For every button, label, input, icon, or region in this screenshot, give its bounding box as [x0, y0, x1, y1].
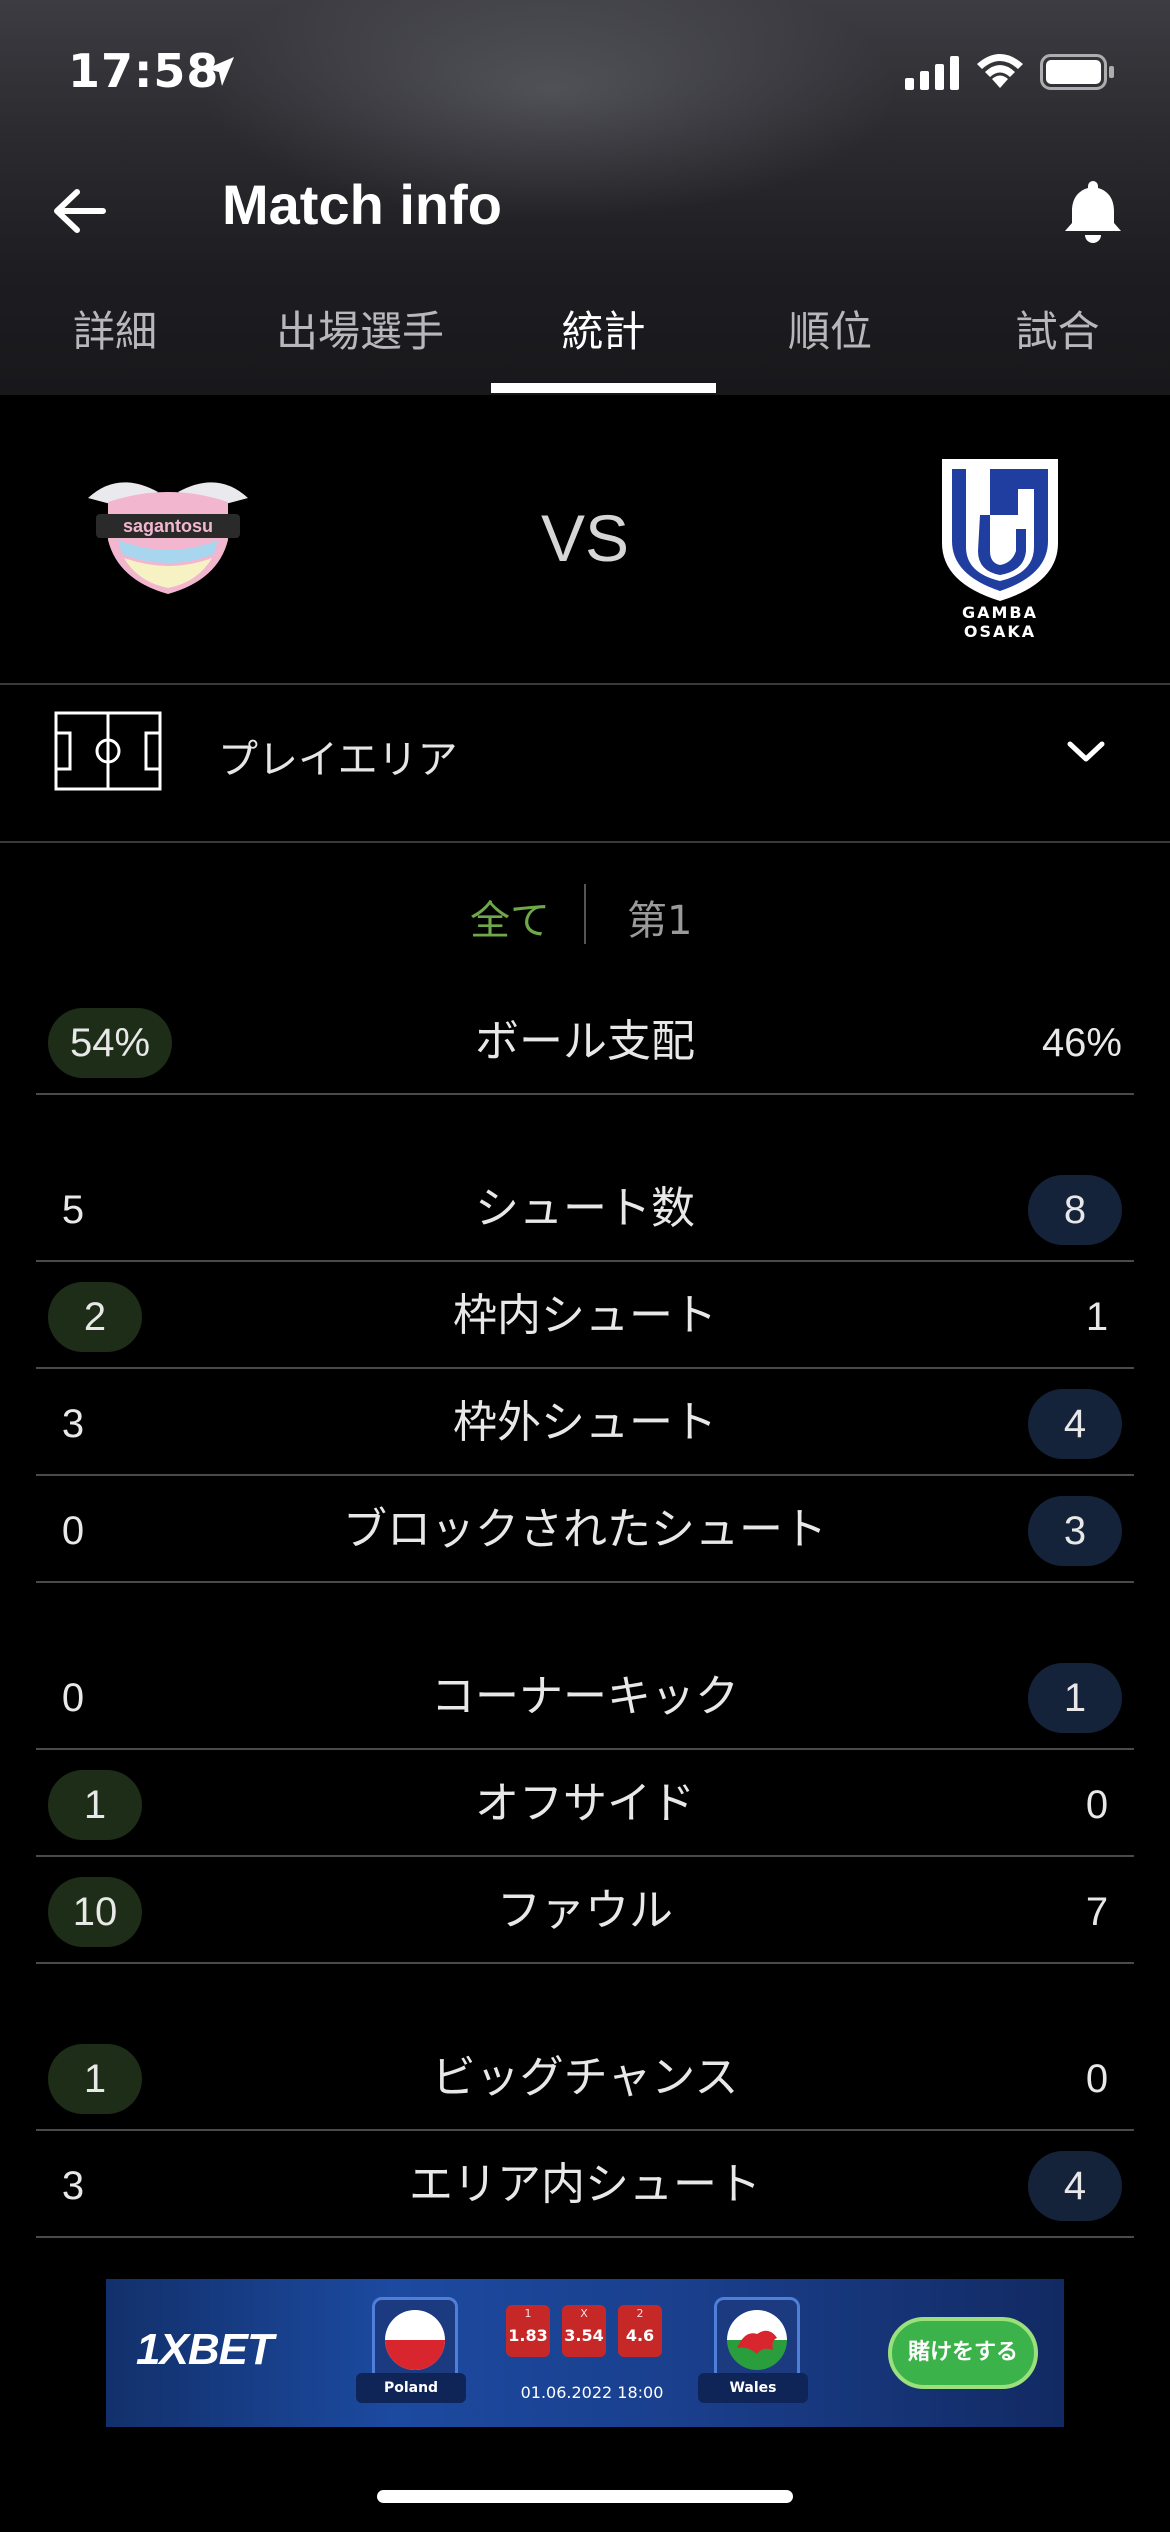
tab-bar: 詳細 出場選手 統計 順位 試合 — [0, 300, 1170, 395]
stat-away-value: 46% — [1041, 1021, 1122, 1065]
stat-away-value: 0 — [1085, 1783, 1109, 1827]
app-header: 17:58 Match info 詳細 出場選手 統計 順位 試合 — [0, 0, 1170, 395]
stat-row: コーナーキック 0 1 — [36, 1644, 1134, 1750]
divider — [0, 683, 1170, 685]
stat-away-value: 4 — [1028, 2151, 1122, 2221]
period-separator — [584, 884, 586, 944]
divider — [0, 841, 1170, 843]
stat-away-value: 1 — [1028, 1663, 1122, 1733]
stat-home-value: 5 — [61, 1188, 85, 1232]
status-time: 17:58 — [68, 44, 220, 98]
stat-home-value: 10 — [48, 1877, 142, 1947]
stat-name: ボール支配 — [475, 1016, 695, 1067]
stat-divider — [36, 1260, 1134, 1262]
back-button[interactable] — [44, 176, 114, 246]
wales-flag-icon — [714, 2297, 800, 2383]
ad-brand-logo: 1XBET — [136, 2325, 274, 2374]
stat-row: オフサイド 1 0 — [36, 1751, 1134, 1857]
football-pitch-icon — [54, 711, 162, 791]
play-area-label: プレイエリア — [218, 737, 458, 783]
notification-bell-button[interactable] — [1055, 172, 1131, 248]
ad-team2-label: Wales — [698, 2373, 808, 2403]
stat-divider — [36, 1748, 1134, 1750]
status-bar: 17:58 — [0, 0, 1170, 150]
chevron-down-icon — [1067, 741, 1105, 762]
stat-away-value: 8 — [1028, 1175, 1122, 1245]
arrow-left-icon — [54, 189, 106, 233]
ad-team1-label: Poland — [356, 2373, 466, 2403]
active-tab-indicator — [491, 383, 716, 393]
location-arrow-icon — [206, 57, 234, 86]
tab-lineups[interactable]: 出場選手 — [260, 300, 460, 395]
match-header: sagantosu VS GAMBA OSAKA — [0, 395, 1170, 685]
stat-away-value: 3 — [1028, 1496, 1122, 1566]
stat-divider — [36, 2236, 1134, 2238]
ad-bet-button[interactable]: 賭けをする — [888, 2317, 1038, 2389]
stat-divider — [36, 2129, 1134, 2131]
tab-details[interactable]: 詳細 — [40, 300, 190, 395]
stat-home-value: 3 — [61, 2164, 85, 2208]
stat-divider — [36, 1581, 1134, 1583]
stat-home-value: 0 — [61, 1676, 85, 1720]
period-first-half-tab[interactable]: 第1 — [627, 888, 692, 946]
stat-row: ファウル 10 7 — [36, 1858, 1134, 1964]
stat-name: 枠外シュート — [453, 1397, 717, 1448]
stat-away-value: 4 — [1028, 1389, 1122, 1459]
stat-row: ブロックされたシュート 0 3 — [36, 1477, 1134, 1583]
stat-name: ファウル — [497, 1885, 673, 1936]
stat-row: 枠内シュート 2 1 — [36, 1263, 1134, 1369]
stat-home-value: 1 — [48, 2044, 142, 2114]
stat-name: ブロックされたシュート — [343, 1504, 827, 1555]
stat-row: エリア内シュート 3 4 — [36, 2132, 1134, 2238]
ad-match-datetime: 01.06.2022 18:00 — [520, 2383, 664, 2402]
cellular-signal-icon — [905, 56, 959, 90]
poland-flag-icon — [372, 2297, 458, 2383]
stat-name: シュート数 — [475, 1183, 695, 1234]
wifi-icon — [977, 54, 1023, 88]
home-indicator[interactable] — [377, 2490, 793, 2503]
away-team-wordmark: GAMBA OSAKA — [961, 603, 1038, 641]
stat-name: エリア内シュート — [409, 2159, 761, 2210]
page-title: Match info — [222, 173, 502, 236]
stat-divider — [36, 1474, 1134, 1476]
odds-away: 2 4.6 — [618, 2305, 662, 2357]
play-area-row[interactable]: プレイエリア — [0, 687, 1170, 841]
stat-divider — [36, 1962, 1134, 1964]
stat-home-value: 2 — [48, 1282, 142, 1352]
odds-home: 1 1.83 — [506, 2305, 550, 2357]
stat-name: コーナーキック — [431, 1671, 739, 1722]
tab-matches[interactable]: 試合 — [985, 300, 1130, 395]
stat-divider — [36, 1855, 1134, 1857]
stat-name: 枠内シュート — [453, 1290, 717, 1341]
stat-home-value: 3 — [61, 1402, 85, 1446]
stat-away-value: 0 — [1085, 2057, 1109, 2101]
stat-row: ビッグチャンス 1 0 — [36, 2025, 1134, 2131]
stat-divider — [36, 1367, 1134, 1369]
odds-draw: X 3.54 — [562, 2305, 606, 2357]
stat-home-value: 1 — [48, 1770, 142, 1840]
period-selector: 全て 第1 — [0, 880, 1170, 950]
stat-name: オフサイド — [475, 1778, 695, 1829]
stat-home-value: 54% — [48, 1008, 173, 1078]
stat-home-value: 0 — [61, 1509, 85, 1553]
stat-divider — [36, 1093, 1134, 1095]
ad-banner[interactable]: 1XBET Poland 1 1.83 X 3.54 2 4.6 01.06.2022… — [106, 2279, 1064, 2427]
stat-row: ボール支配 54% 46% — [36, 989, 1134, 1095]
away-team-logo[interactable] — [932, 455, 1068, 605]
stat-row: 枠外シュート 3 4 — [36, 1370, 1134, 1476]
tab-standings[interactable]: 順位 — [760, 300, 900, 395]
stat-name: ビッグチャンス — [431, 2052, 739, 2103]
stat-away-value: 1 — [1085, 1295, 1109, 1339]
stat-row: シュート数 5 8 — [36, 1156, 1134, 1262]
battery-icon — [1040, 54, 1114, 90]
period-all-tab[interactable]: 全て — [470, 888, 550, 946]
stat-away-value: 7 — [1085, 1890, 1109, 1934]
bell-icon — [1065, 181, 1121, 243]
tab-stats[interactable]: 統計 — [491, 300, 716, 395]
